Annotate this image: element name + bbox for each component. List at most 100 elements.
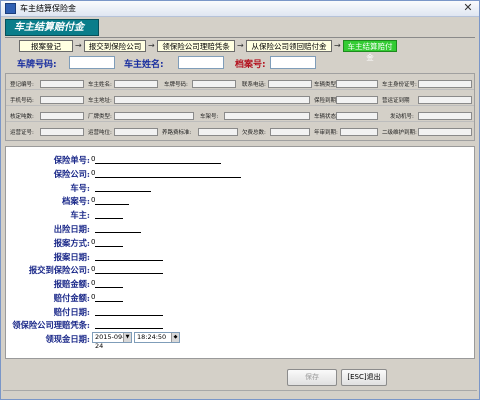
plate-label: 车牌号码: (17, 60, 57, 70)
info-field (114, 112, 194, 120)
header-divider (5, 37, 475, 38)
form-label: 领现金日期: (45, 334, 90, 344)
form-label: 赔付日期: (53, 307, 90, 317)
page-header: 车主结算赔付金 (5, 19, 99, 36)
step-register: 报案登记 (19, 40, 73, 52)
info-field (40, 80, 84, 88)
info-field (268, 80, 312, 88)
info-label: 厂牌类型: (88, 114, 112, 120)
form-label: 报案方式: (53, 238, 90, 248)
info-field (114, 80, 158, 88)
arrow-icon: → (334, 41, 341, 50)
vehicle-info-panel: 登记编号: 车主姓名: 车牌号码: 联系电话: 车辆类型 车主身份证号: 手机号… (5, 73, 475, 141)
app-icon (5, 3, 16, 14)
info-label: 年审到期: (314, 130, 338, 136)
form-underline (95, 273, 163, 274)
chevron-down-icon[interactable]: ▼ (123, 333, 131, 342)
exit-button[interactable]: [ESC]退出 (341, 369, 387, 386)
settlement-form: 保险单号: 0 保险公司: 0 车号: 档案号: 0 车主: 出险日期: 报案方… (5, 146, 475, 359)
info-field (40, 128, 84, 136)
form-label: 保险公司: (53, 169, 90, 179)
form-underline (95, 301, 123, 302)
form-underline (95, 328, 163, 329)
info-field (198, 128, 238, 136)
form-label: 车主: (70, 210, 90, 220)
form-value: 0 (91, 169, 96, 177)
arrow-icon: → (237, 41, 244, 50)
info-label: 核定吨数: (10, 114, 34, 120)
info-label: 欠费总数: (242, 130, 266, 136)
info-field (336, 96, 378, 104)
info-label: 营运证到期 (382, 98, 410, 104)
workflow-steps: 报案登记 → 报交到保险公司 → 领保险公司理赔凭条 → 从保险公司领回赔付金 … (15, 40, 475, 62)
info-field (40, 96, 84, 104)
info-field (114, 96, 310, 104)
spinner-icon[interactable]: ◆ (171, 333, 179, 342)
info-label: 车牌号码: (164, 82, 188, 88)
file-number-label: 档案号: (235, 60, 266, 70)
info-label: 登记编号: (10, 82, 34, 88)
form-label: 档案号: (62, 196, 90, 206)
title-bar: 车主结算保险金 ✕ (1, 1, 479, 17)
status-bar (3, 390, 477, 399)
form-value: 0 (91, 265, 96, 273)
form-underline (95, 204, 129, 205)
info-field (336, 112, 378, 120)
info-label: 车主身份证号: (382, 82, 417, 88)
cash-time-picker[interactable]: 18:24:50 ◆ (134, 332, 180, 343)
form-value: 0 (91, 238, 96, 246)
form-label: 报交到保险公司: (28, 265, 90, 275)
arrow-icon: → (148, 41, 155, 50)
info-label: 车架号: (200, 114, 219, 120)
form-label: 车号: (70, 183, 90, 193)
plate-number-input[interactable] (69, 56, 115, 69)
owner-name-label: 车主姓名: (124, 60, 164, 70)
step-receive-voucher: 领保险公司理赔凭条 (157, 40, 235, 52)
form-value: 0 (91, 293, 96, 301)
info-field (192, 80, 236, 88)
info-label: 车主地址: (88, 98, 112, 104)
form-value: 0 (91, 196, 96, 204)
arrow-icon: → (75, 41, 82, 50)
info-label: 车主姓名: (88, 82, 112, 88)
page-title: 车主结算赔付金 (14, 22, 84, 33)
step-collect-payout: 从保险公司领回赔付金 (246, 40, 332, 52)
cash-time-value: 18:24:50 (137, 333, 167, 341)
info-field (418, 80, 472, 88)
info-label: 联系电话: (242, 82, 266, 88)
info-label: 运营证号: (10, 130, 34, 136)
file-number-input[interactable] (270, 56, 316, 69)
form-underline (95, 260, 163, 261)
form-label: 领保险公司理赔凭条: (12, 320, 90, 330)
info-field (224, 112, 310, 120)
step-submit-insurer: 报交到保险公司 (84, 40, 146, 52)
form-label: 报赔金额: (53, 279, 90, 289)
form-underline (95, 315, 163, 316)
form-value: 0 (91, 155, 96, 163)
info-field (340, 128, 378, 136)
form-label: 赔付金额: (53, 293, 90, 303)
info-label: 车辆类型 (314, 82, 337, 88)
info-field (270, 128, 310, 136)
form-underline (95, 191, 151, 192)
app-window: 车主结算保险金 ✕ 车主结算赔付金 报案登记 → 报交到保险公司 → 领保险公司… (0, 0, 480, 400)
form-underline (95, 177, 241, 178)
form-underline (95, 246, 123, 247)
form-underline (95, 218, 123, 219)
form-label: 报案日期: (53, 252, 90, 262)
info-field (418, 96, 472, 104)
info-field (114, 128, 158, 136)
info-label: 保险到期: (314, 98, 338, 104)
window-title: 车主结算保险金 (20, 4, 76, 13)
form-underline (95, 232, 141, 233)
close-icon[interactable]: ✕ (460, 2, 476, 15)
save-button[interactable]: 保存 (287, 369, 337, 386)
step-settle-owner: 车主结算赔付金 (343, 40, 397, 62)
cash-date-picker[interactable]: 2015-09-24 ▼ (92, 332, 132, 350)
form-underline (95, 287, 123, 288)
info-field (40, 112, 84, 120)
info-label: 手机号码: (10, 98, 34, 104)
info-field (336, 80, 378, 88)
owner-name-input[interactable] (178, 56, 224, 69)
cash-date-value: 2015-09-24 (95, 333, 125, 350)
